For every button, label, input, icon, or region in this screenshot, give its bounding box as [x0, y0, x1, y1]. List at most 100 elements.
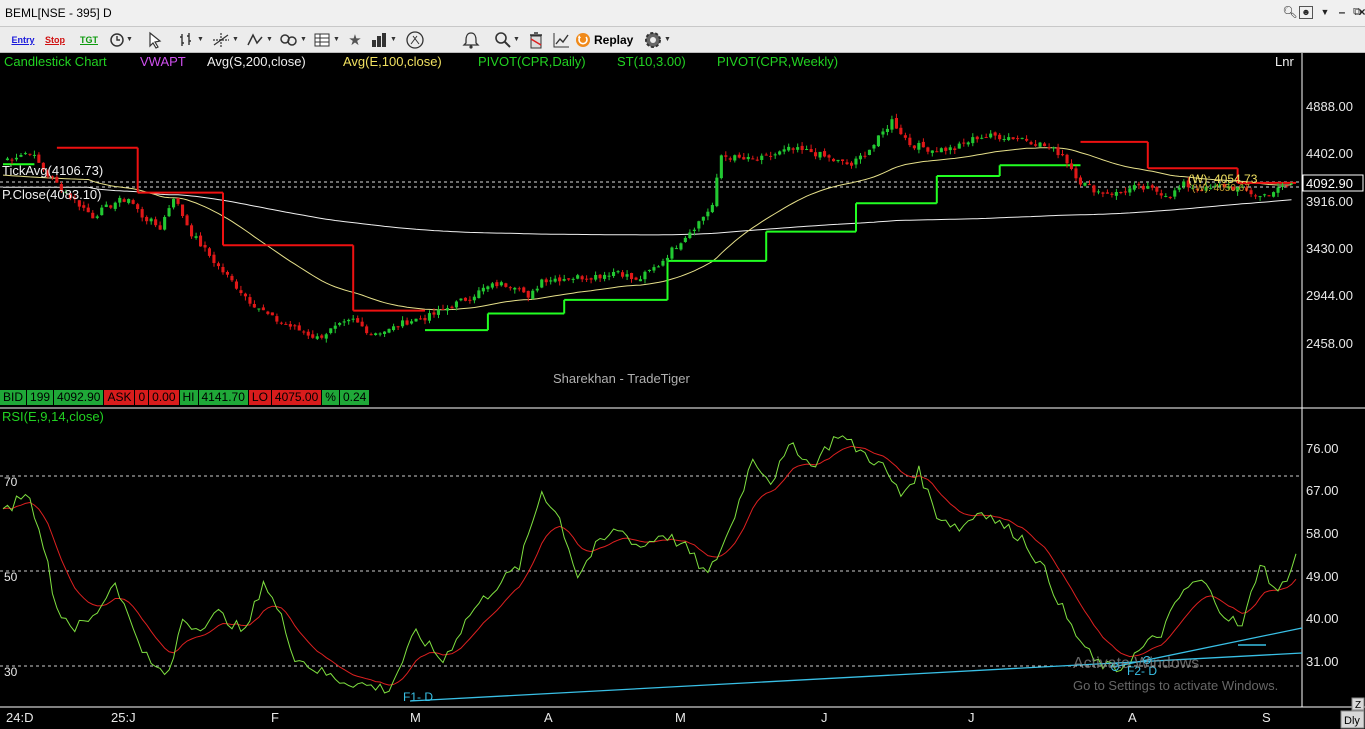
- candle-body: [1281, 186, 1285, 187]
- close-icon[interactable]: ×: [1358, 5, 1365, 19]
- zoom-icon[interactable]: ▼: [492, 30, 522, 49]
- user-icon[interactable]: ☻: [1299, 6, 1313, 19]
- candle-body: [154, 219, 158, 226]
- candle-body: [742, 157, 746, 160]
- candle-body: [230, 275, 234, 281]
- rsi-tick: 67.00: [1306, 483, 1339, 498]
- entry-button[interactable]: Entry: [10, 30, 36, 49]
- candle-body: [1043, 143, 1047, 147]
- candle-body: [356, 318, 360, 323]
- legend-st: ST(10,3.00): [617, 54, 686, 69]
- zoom-reset-label: Z: [1355, 700, 1361, 711]
- candle-body: [472, 296, 476, 301]
- crosshair-icon[interactable]: ▼: [210, 30, 240, 49]
- candle-body: [419, 318, 423, 320]
- candle-body: [1052, 147, 1056, 149]
- candle-body: [450, 306, 454, 309]
- candle-body: [679, 243, 683, 250]
- watermark: Sharekhan - TradeTiger: [553, 371, 690, 386]
- candle-body: [378, 333, 382, 335]
- candle-body: [158, 225, 162, 230]
- candle-body: [324, 334, 328, 339]
- candle-body: [764, 154, 768, 156]
- candle-body: [1267, 195, 1271, 197]
- rsi-tick: 49.00: [1306, 569, 1339, 584]
- candle-body: [1159, 193, 1163, 196]
- scale-mode[interactable]: Lnr: [1275, 54, 1294, 69]
- candle-body: [535, 288, 539, 291]
- legend-vwapt: VWAPT: [140, 54, 186, 69]
- candle-body: [1016, 138, 1020, 140]
- candle-body: [383, 331, 387, 334]
- bar-style-icon[interactable]: ▼: [176, 30, 206, 49]
- candle-body: [647, 269, 651, 271]
- stop-button[interactable]: Stop: [42, 30, 68, 49]
- candle-body: [1150, 185, 1154, 188]
- clock-icon[interactable]: ▼: [108, 30, 134, 49]
- settings-gear-icon[interactable]: ▼: [642, 30, 672, 49]
- candle-body: [333, 325, 337, 329]
- candle-body: [903, 135, 907, 138]
- candle-body: [881, 131, 885, 135]
- table-icon[interactable]: ▼: [310, 30, 342, 49]
- candle-body: [454, 301, 458, 308]
- replay-icon: [576, 32, 590, 47]
- candle-body: [297, 325, 301, 331]
- candle-body: [876, 135, 880, 147]
- candle-body: [1020, 137, 1024, 139]
- candle-body: [1065, 154, 1069, 164]
- star-icon[interactable]: ★: [344, 30, 366, 49]
- activation-title: Activate Windows: [1073, 655, 1199, 672]
- candle-body: [1258, 196, 1262, 198]
- candle-body: [225, 272, 229, 275]
- candle-body: [517, 288, 521, 290]
- candle-body: [1272, 192, 1276, 197]
- candle-body: [181, 204, 185, 216]
- trash-icon[interactable]: [525, 30, 547, 49]
- candle-body: [504, 283, 508, 287]
- candle-body: [930, 150, 934, 153]
- chart-line-icon[interactable]: [550, 30, 572, 49]
- candle-body: [652, 267, 656, 271]
- indicator-icon[interactable]: ▼: [367, 30, 399, 49]
- candle-body: [392, 326, 396, 330]
- lo-label: LO: [248, 390, 272, 405]
- candle-body: [805, 149, 809, 150]
- candle-body: [1168, 196, 1172, 199]
- candle-body: [1078, 177, 1082, 185]
- candle-body: [728, 158, 732, 160]
- line-tool-icon[interactable]: ▼: [243, 30, 275, 49]
- candle-body: [872, 145, 876, 149]
- candle-body: [410, 321, 414, 324]
- candle-body: [1114, 192, 1118, 196]
- candle-body: [1137, 184, 1141, 186]
- minimize-icon[interactable]: –: [1334, 5, 1350, 19]
- candle-body: [477, 290, 481, 298]
- candle-body: [207, 248, 211, 256]
- rsi-level-label: 50: [4, 570, 18, 584]
- search-icon[interactable]: 🔍︎: [1282, 5, 1298, 19]
- compass-icon[interactable]: [403, 30, 427, 49]
- tgt-button[interactable]: TGT: [76, 30, 102, 49]
- candle-body: [414, 318, 418, 322]
- candle-body: [1164, 196, 1168, 197]
- replay-button[interactable]: Replay: [575, 30, 639, 49]
- candle-body: [778, 151, 782, 155]
- dropdown-icon[interactable]: ▼: [1317, 5, 1333, 19]
- candle-body: [621, 272, 625, 277]
- candle-body: [1254, 195, 1258, 197]
- candle-body: [710, 205, 714, 213]
- candle-body: [800, 145, 804, 150]
- cursor-icon[interactable]: [143, 30, 167, 49]
- candle-body: [86, 207, 90, 213]
- candle-body: [1096, 191, 1100, 193]
- candle-body: [122, 199, 126, 202]
- candle-body: [490, 283, 494, 288]
- candle-body: [1155, 186, 1159, 192]
- alarm-icon[interactable]: [459, 30, 483, 49]
- candle-body: [1007, 137, 1011, 140]
- candle-body: [279, 322, 283, 324]
- candle-body: [221, 267, 225, 273]
- candle-body: [984, 137, 988, 138]
- link-icon[interactable]: ▼: [278, 30, 308, 49]
